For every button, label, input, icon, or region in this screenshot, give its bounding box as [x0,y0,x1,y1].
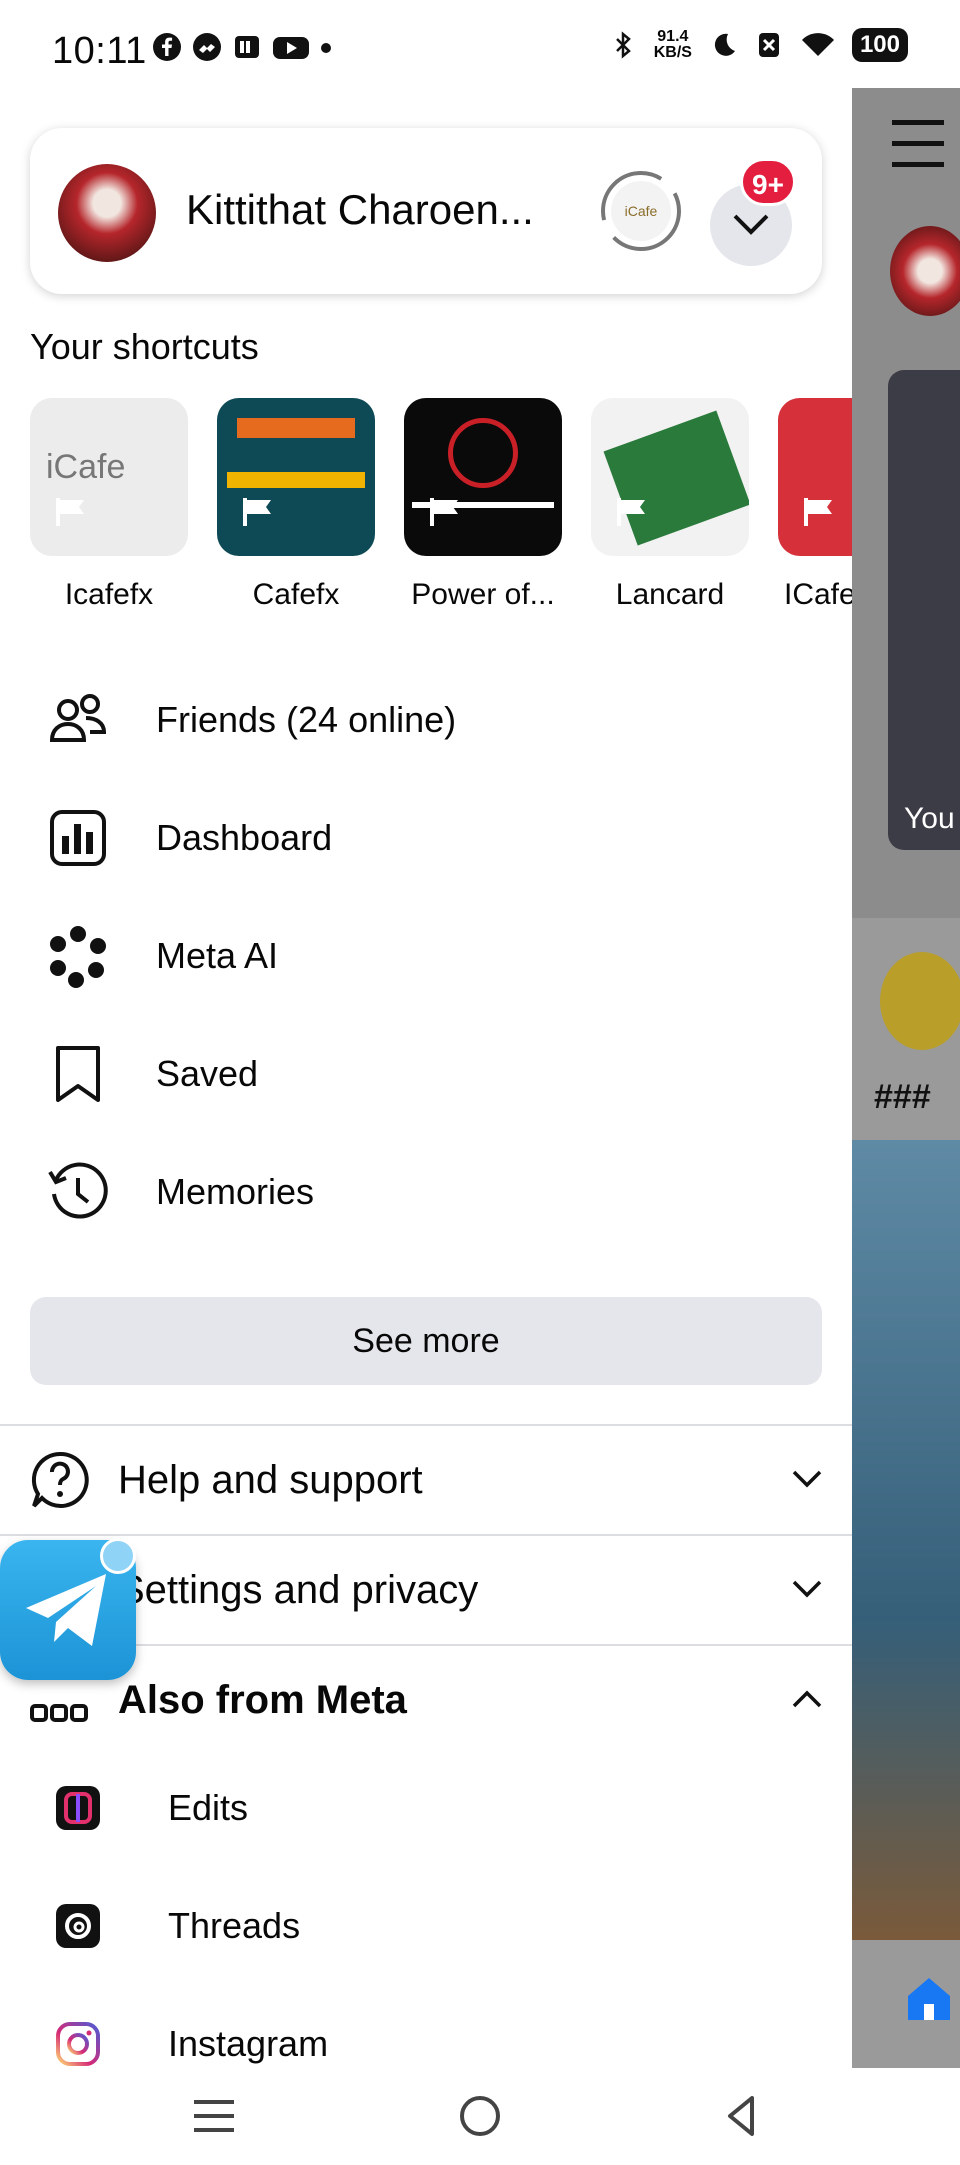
menu-drawer: Kittithat Charoen... iCafe 9+ Your short… [0,88,852,2068]
shortcut-item[interactable]: Lancard [591,398,749,612]
svg-text:iCafe: iCafe [625,203,658,219]
bluetooth-icon [615,31,631,59]
bookmark-icon [56,1046,100,1102]
menu-icon[interactable] [892,120,944,168]
feed-background: You ### [852,88,960,2068]
edits-icon [56,1786,100,1830]
see-more-button[interactable]: See more [30,1297,822,1385]
help-icon [31,1451,89,1508]
wifi-icon [801,33,834,56]
page-flag-icon [804,498,832,526]
switch-profile-icon[interactable]: iCafe [598,168,684,254]
menu-item-friends[interactable]: Friends (24 online) [46,670,826,770]
menu-item-saved[interactable]: Saved [46,1024,826,1124]
page-flag-icon [430,498,458,526]
dot-icon [321,43,331,53]
chevron-down-icon [792,1580,822,1598]
meta-app-edits[interactable]: Edits [54,1758,834,1858]
battery-indicator: 100 [851,28,908,62]
home-button-icon[interactable] [450,2086,510,2146]
telegram-icon [26,1574,106,1646]
story-card[interactable]: You [888,370,960,850]
back-icon[interactable] [712,2086,772,2146]
profile-card[interactable]: Kittithat Charoen... iCafe 9+ [30,128,822,294]
home-icon[interactable] [902,1972,956,2026]
avatar [58,164,156,262]
system-nav-bar [0,2068,960,2165]
memories-icon [48,1162,108,1219]
page-flag-icon [56,498,84,526]
facebook-icon [153,33,181,61]
meta-app-threads[interactable]: Threads [54,1876,834,1976]
page-flag-icon [243,498,271,526]
chevron-down-icon [792,1470,822,1488]
moon-icon [714,33,735,56]
messenger-icon [193,33,221,61]
chevron-down-icon [733,214,769,235]
shortcuts-heading: Your shortcuts [30,326,259,367]
status-bar: 10:11 91.4 KB/S 100 [0,0,960,100]
instagram-icon [56,2022,100,2066]
shortcuts-row: iCafe Icafefx Cafefx Power of... Lancard… [30,398,852,628]
shortcut-item[interactable]: iCafe Icafefx [30,398,188,612]
menu-item-dashboard[interactable]: Dashboard [46,788,826,888]
youtube-icon [273,37,309,59]
telegram-unread-dot [100,1538,136,1574]
page-flag-icon [617,498,645,526]
status-time: 10:11 [52,30,147,72]
profile-name: Kittithat Charoen... [186,186,534,233]
dashboard-icon [50,810,106,866]
chevron-up-icon [792,1690,822,1708]
shortcut-item[interactable]: ICafe [778,398,852,612]
help-support-section[interactable]: Help and support [0,1426,852,1534]
menu-item-memories[interactable]: Memories [46,1142,826,1242]
meta-ai-icon [50,926,106,988]
feed-avatar [890,226,960,316]
recents-icon[interactable] [184,2086,244,2146]
notification-badge: 9+ [740,158,796,206]
shortcut-item[interactable]: Power of... [404,398,562,612]
threads-icon [56,1904,100,1948]
notification-icons [152,32,332,62]
no-sim-icon [758,33,779,57]
shortcut-item[interactable]: Cafefx [217,398,375,612]
notes-app-icon [235,36,259,58]
menu-item-meta-ai[interactable]: Meta AI [46,906,826,1006]
post-text: ### [874,1078,931,1116]
net-speed: 91.4 KB/S [653,28,692,61]
friends-icon [49,694,107,742]
post-image[interactable] [852,1140,960,1940]
post-author-avatar [880,952,960,1050]
